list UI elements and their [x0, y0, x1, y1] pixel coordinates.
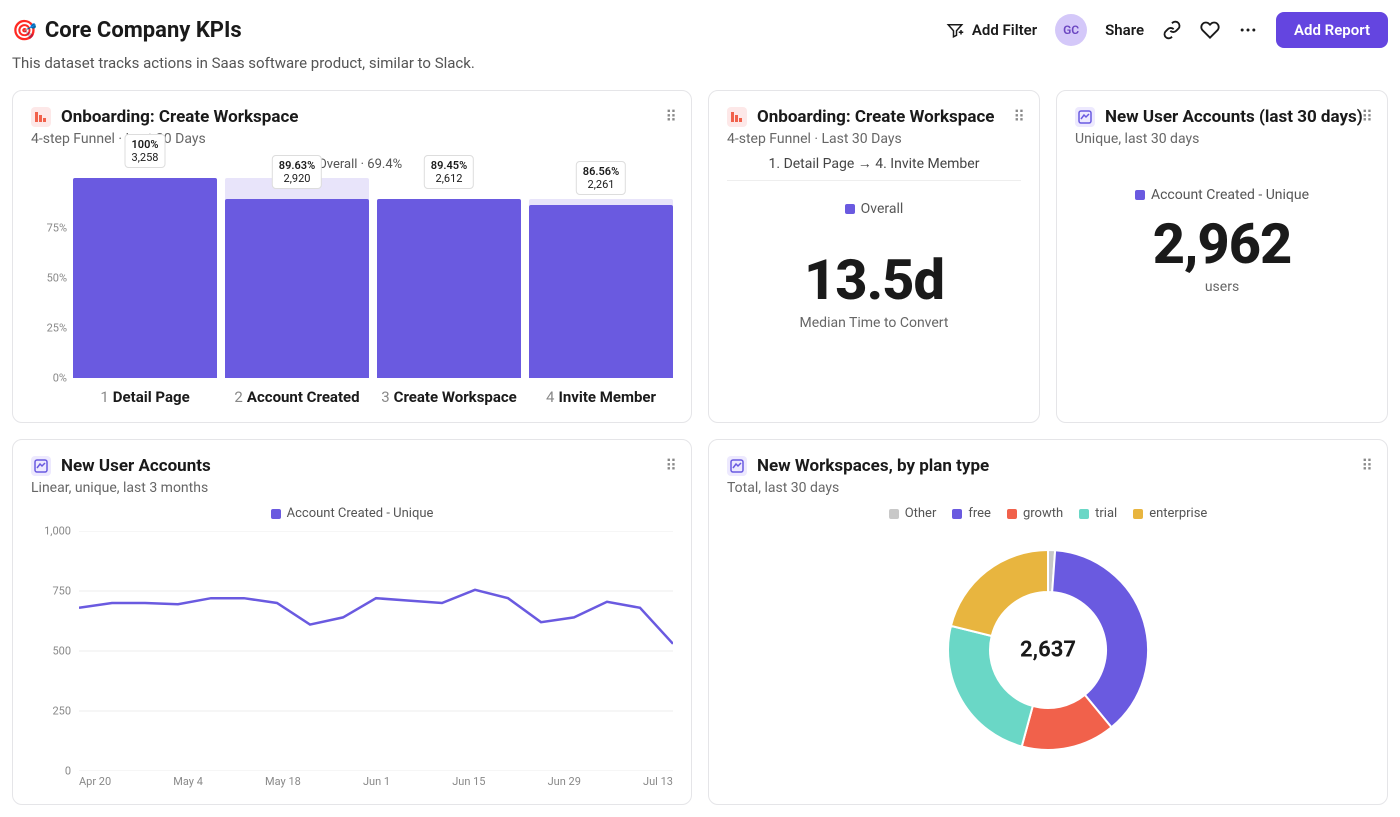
funnel-icon — [31, 107, 51, 127]
add-filter-button[interactable]: Add Filter — [946, 21, 1037, 39]
card-subtitle: Linear, unique, last 3 months — [31, 480, 673, 496]
metric-sublabel: Median Time to Convert — [727, 315, 1021, 331]
funnel-bar: 89.63%2,920 — [225, 178, 369, 378]
legend-swatch — [889, 509, 899, 519]
page-header: 🎯 Core Company KPIs Add Filter GC Share … — [12, 12, 1388, 48]
legend-swatch — [1007, 509, 1017, 519]
chart-icon — [31, 456, 51, 476]
funnel-icon — [727, 107, 747, 127]
donut-slice — [951, 550, 1048, 636]
line-chart: 02505007501,000 — [31, 531, 673, 771]
metric-sublabel: users — [1075, 279, 1369, 295]
donut-chart: 2,637 — [933, 535, 1163, 765]
legend-label: Account Created - Unique — [1151, 187, 1309, 203]
funnel-bar: 100%3,258 — [73, 178, 217, 378]
card-workspaces-donut: ⠿ New Workspaces, by plan type Total, la… — [708, 439, 1388, 805]
funnel-chart: 0%25%50%75% 100%3,25889.63%2,92089.45%2,… — [31, 178, 673, 378]
legend-swatch — [1079, 509, 1089, 519]
link-icon[interactable] — [1162, 20, 1182, 40]
card-title: Onboarding: Create Workspace — [757, 107, 994, 127]
dashboard-grid: ⠿ Onboarding: Create Workspace 4-step Fu… — [12, 90, 1388, 805]
page-emoji-icon: 🎯 — [12, 18, 37, 42]
card-subtitle: 4-step Funnel · Last 30 Days — [727, 131, 1021, 147]
add-filter-label: Add Filter — [972, 21, 1037, 39]
page-subtitle: This dataset tracks actions in Saas soft… — [12, 54, 1388, 72]
funnel-bar: 86.56%2,261 — [529, 178, 673, 378]
drag-handle-icon[interactable]: ⠿ — [1361, 456, 1373, 475]
heart-icon[interactable] — [1200, 20, 1220, 40]
legend-swatch — [1135, 190, 1145, 200]
card-new-users-kpi: ⠿ New User Accounts (last 30 days) Uniqu… — [1056, 90, 1388, 423]
card-subtitle: Unique, last 30 days — [1075, 131, 1369, 147]
card-new-users-line: ⠿ New User Accounts Linear, unique, last… — [12, 439, 692, 805]
funnel-step-label: 3Create Workspace — [377, 388, 521, 406]
card-onboarding-funnel: ⠿ Onboarding: Create Workspace 4-step Fu… — [12, 90, 692, 423]
legend-swatch — [1133, 509, 1143, 519]
legend-label: Account Created - Unique — [287, 506, 434, 521]
legend-swatch — [952, 509, 962, 519]
funnel-step-label: 4Invite Member — [529, 388, 673, 406]
page-title: Core Company KPIs — [45, 18, 242, 43]
drag-handle-icon[interactable]: ⠿ — [665, 107, 677, 126]
more-icon[interactable] — [1238, 20, 1258, 40]
user-avatar[interactable]: GC — [1055, 14, 1087, 46]
legend-swatch — [845, 204, 855, 214]
donut-legend: Other free growth trial enterprise — [727, 506, 1369, 521]
card-subtitle: Total, last 30 days — [727, 480, 1369, 496]
funnel-bar: 89.45%2,612 — [377, 178, 521, 378]
add-report-button[interactable]: Add Report — [1276, 12, 1388, 48]
metric-value: 13.5d — [727, 247, 1021, 313]
donut-center-value: 2,637 — [1020, 638, 1076, 663]
funnel-step-label: 1Detail Page — [73, 388, 217, 406]
drag-handle-icon[interactable]: ⠿ — [1361, 107, 1373, 126]
funnel-step-label: 2Account Created — [225, 388, 369, 406]
card-title: New Workspaces, by plan type — [757, 456, 989, 476]
chart-icon — [1075, 107, 1095, 127]
drag-handle-icon[interactable]: ⠿ — [1013, 107, 1025, 126]
conversion-path: 1. Detail Page → 4. Invite Member — [727, 155, 1021, 181]
x-axis-labels: Apr 20May 4May 18Jun 1Jun 15Jun 29Jul 13 — [31, 775, 673, 788]
card-title: Onboarding: Create Workspace — [61, 107, 298, 127]
card-title: New User Accounts (last 30 days) — [1105, 107, 1363, 127]
share-button[interactable]: Share — [1105, 21, 1144, 39]
filter-icon — [946, 21, 964, 39]
legend-swatch — [271, 509, 281, 519]
drag-handle-icon[interactable]: ⠿ — [665, 456, 677, 475]
metric-value: 2,962 — [1075, 211, 1369, 277]
chart-icon — [727, 456, 747, 476]
card-title: New User Accounts — [61, 456, 211, 476]
legend-label: Overall · 69.4% — [318, 157, 402, 172]
legend-label: Overall — [861, 201, 904, 217]
funnel-step-labels: 1Detail Page 2Account Created 3Create Work… — [31, 388, 673, 406]
card-median-time: ⠿ Onboarding: Create Workspace 4-step Fu… — [708, 90, 1040, 423]
